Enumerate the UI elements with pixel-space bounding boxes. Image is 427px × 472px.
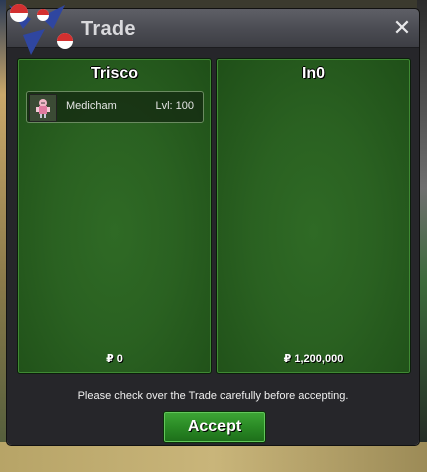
- close-button[interactable]: ✕: [391, 17, 413, 39]
- money-offer-right: ₽ 1,200,000: [283, 353, 344, 365]
- trade-item-row[interactable]: Medicham Lvl: 100: [26, 91, 204, 123]
- window-title: Trade: [81, 18, 136, 40]
- trade-window: Trade ✕ Trisco Medicham Lvl: 100 ₽ 0 In0…: [6, 4, 420, 446]
- game-world-background-bottom: [0, 442, 427, 472]
- item-name: Medicham: [66, 100, 117, 112]
- accept-button[interactable]: Accept: [163, 411, 266, 443]
- pokeball-logo-icon: [9, 4, 73, 55]
- trade-content: Trisco Medicham Lvl: 100 ₽ 0 In0 ₽ 1,200…: [7, 48, 419, 445]
- trade-notice-text: Please check over the Trade carefully be…: [77, 390, 349, 402]
- player-offer-panel-left: Trisco Medicham Lvl: 100 ₽ 0: [17, 58, 212, 374]
- player-name-right: In0: [301, 65, 326, 82]
- player-name-left: Trisco: [90, 65, 139, 82]
- item-level: Lvl: 100: [155, 100, 194, 112]
- money-offer-left: ₽ 0: [106, 353, 123, 365]
- player-offer-panel-right: In0 ₽ 1,200,000: [216, 58, 411, 374]
- medicham-sprite-icon: [29, 94, 57, 122]
